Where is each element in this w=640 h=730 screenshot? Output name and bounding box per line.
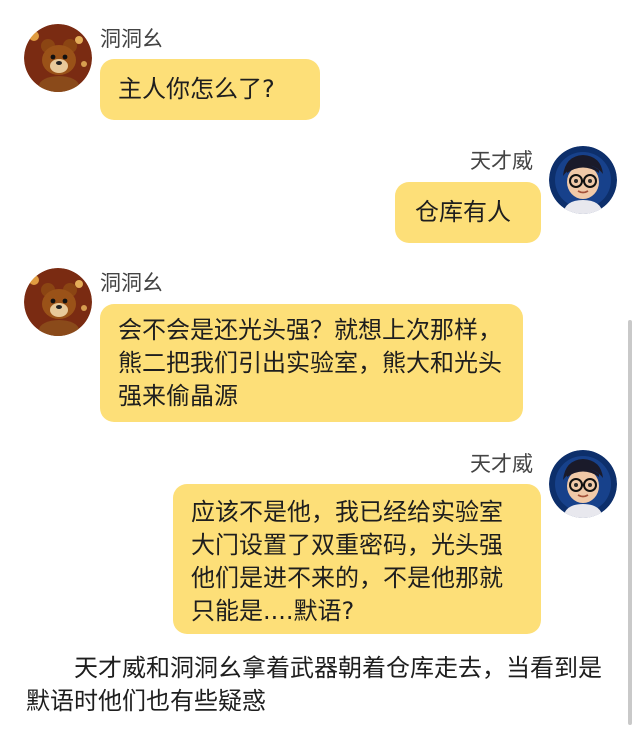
message-bubble[interactable]: 会不会是还光头强？就想上次那样，熊二把我们引出实验室，熊大和光头强来偷晶源: [100, 304, 523, 422]
bear-avatar-icon[interactable]: [24, 268, 92, 336]
sender-name: 洞洞幺: [100, 271, 163, 295]
story-narration: 天才威和洞洞幺拿着武器朝着仓库走去，当看到是默语时他们也有些疑惑: [26, 654, 602, 715]
message-bubble[interactable]: 主人你怎么了?: [100, 59, 320, 120]
message-bubble[interactable]: 应该不是他，我已经给实验室大门设置了双重密码，光头强他们是进不来的，不是他那就只…: [173, 484, 541, 634]
sender-name: 天才威: [470, 149, 533, 173]
sender-name: 洞洞幺: [100, 27, 163, 51]
boy-with-glasses-avatar-icon[interactable]: [549, 450, 617, 518]
scrollbar[interactable]: [628, 320, 632, 725]
message-bubble[interactable]: 仓库有人: [395, 182, 541, 243]
bear-avatar-icon[interactable]: [24, 24, 92, 92]
boy-with-glasses-avatar-icon[interactable]: [549, 146, 617, 214]
sender-name: 天才威: [470, 452, 533, 476]
